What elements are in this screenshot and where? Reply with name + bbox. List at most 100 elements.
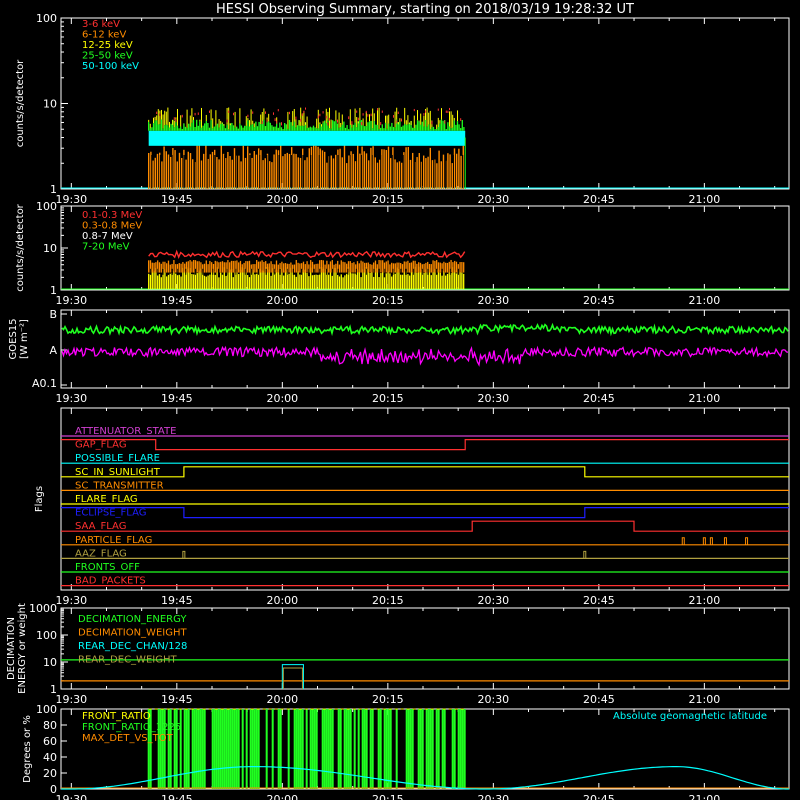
y-tick-label: 80 [43,719,57,732]
time-tick-label: 20:30 [477,693,509,706]
time-tick-label: 20:15 [372,793,404,800]
flag-line [61,520,789,532]
time-tick-label: 19:30 [55,594,87,607]
y-tick-label: 10 [43,242,57,255]
flag-label: SAA_FLAG [75,521,126,532]
time-tick-label: 19:30 [55,294,87,307]
series-line-goes-short [61,345,789,367]
time-tick-label: 20:45 [583,594,615,607]
panel-data [61,107,789,790]
flag-label: SC_IN_SUNLIGHT [75,467,161,478]
y-tick-label: 1000 [29,602,57,615]
y-tick-label: 10 [43,656,57,669]
flag-line [61,439,789,451]
time-tick-label: 20:00 [266,693,298,706]
flag-spike [182,550,186,559]
flag-label: AAZ_FLAG [75,548,127,559]
y-axis-label: Degrees or % [22,715,33,783]
y-tick-label: B [49,308,57,321]
y-tick-label: A [49,344,57,357]
time-tick-label: 20:00 [266,793,298,800]
time-tick-label: 19:45 [161,594,193,607]
time-tick-label: 20:15 [372,594,404,607]
time-tick-label: 20:00 [266,594,298,607]
legend-item: 50-100 keV [82,61,139,72]
y-tick-label: 1 [50,183,57,196]
flag-spike [702,537,706,545]
legend-item: 3-6 keV [82,19,120,30]
legend-item: DECIMATION_ENERGY [78,614,187,625]
y-axis-label: counts/s/detector [15,59,26,147]
time-tick-label: 20:00 [266,392,298,405]
legend-item: FRONT_RATIO_1225 [82,722,181,733]
y-tick-label: 1 [50,284,57,297]
flag-spike [723,537,727,545]
legend-item: 12-25 keV [82,40,133,51]
time-tick-label: 20:15 [372,294,404,307]
y-tick-label: 0 [50,783,57,796]
legend-item: DECIMATION_WEIGHT [78,628,187,639]
time-tick-label: 21:00 [689,294,721,307]
flag-label: FRONTS_OFF [75,562,140,573]
y-tick-label: 100 [36,200,57,213]
time-tick-label: 19:30 [55,392,87,405]
time-tick-label: 19:45 [161,294,193,307]
y-axis-label: DECIMATION [6,617,17,680]
legend-item: 25-50 keV [82,51,133,62]
time-tick-label: 20:45 [583,793,615,800]
flag-spike [709,537,713,545]
time-tick-label: 21:00 [689,693,721,706]
flag-label: ECLIPSE_FLAG [75,508,146,519]
time-tick-label: 21:00 [689,193,721,206]
time-tick-label: 19:45 [161,193,193,206]
flag-label: GAP_FLAG [75,440,127,451]
time-tick-label: 20:30 [477,594,509,607]
time-tick-label: 21:00 [689,594,721,607]
time-tick-label: 21:00 [689,793,721,800]
time-tick-label: 20:30 [477,392,509,405]
flag-spike [745,537,749,545]
legend-item: REAR_DEC_WEIGHT [78,655,177,666]
legend-item: 0.3-0.8 MeV [82,221,142,232]
time-tick-label: 20:15 [372,193,404,206]
y-tick-label: 60 [43,735,57,748]
y-axis-label: [W m⁻²] [19,319,30,359]
time-tick-label: 20:00 [266,294,298,307]
time-tick-label: 20:15 [372,693,404,706]
legend-item: 0.8-7 MeV [82,231,133,242]
y-axis-label: counts/s/detector [15,203,26,291]
time-tick-label: 19:45 [161,392,193,405]
flag-label: BAD_PACKETS [75,576,146,587]
time-tick-label: 20:30 [477,793,509,800]
y-axis-label: Flags [34,486,45,512]
time-tick-label: 19:30 [55,793,87,800]
y-tick-label: 100 [36,703,57,716]
y-axis-label: GOES15 [8,318,19,359]
legend-item: 0.1-0.3 MeV [82,210,142,221]
flag-spike [681,537,685,545]
time-tick-label: 20:45 [583,193,615,206]
flag-line [61,507,789,519]
legend-item: 7-20 MeV [82,242,130,253]
y-tick-label: 20 [43,767,57,780]
time-tick-label: 21:00 [689,392,721,405]
flag-line [61,466,789,478]
y-tick-label: 10 [43,98,57,111]
time-tick-label: 20:45 [583,693,615,706]
legend-item: MAX_DET_VS_TOT [82,733,174,744]
time-tick-label: 19:30 [55,193,87,206]
flag-label: FLARE_FLAG [75,494,138,505]
flag-spike [583,550,587,559]
y-tick-label: 1 [50,683,57,696]
legend-item: REAR_DEC_CHAN/128 [78,641,187,652]
legend-item: FRONT_RATIO [82,711,151,722]
time-tick-label: 19:45 [161,693,193,706]
flag-label: ATTENUATOR_STATE [75,426,176,437]
time-tick-label: 19:30 [55,693,87,706]
annotation-geomagnetic: Absolute geomagnetic latitude [613,711,767,722]
time-tick-label: 20:45 [583,294,615,307]
time-tick-label: 20:45 [583,392,615,405]
y-tick-label: 40 [43,751,57,764]
hessi-summary-chart: HESSI Observing Summary, starting on 201… [6,2,790,800]
flag-label: POSSIBLE_FLARE [75,453,160,464]
